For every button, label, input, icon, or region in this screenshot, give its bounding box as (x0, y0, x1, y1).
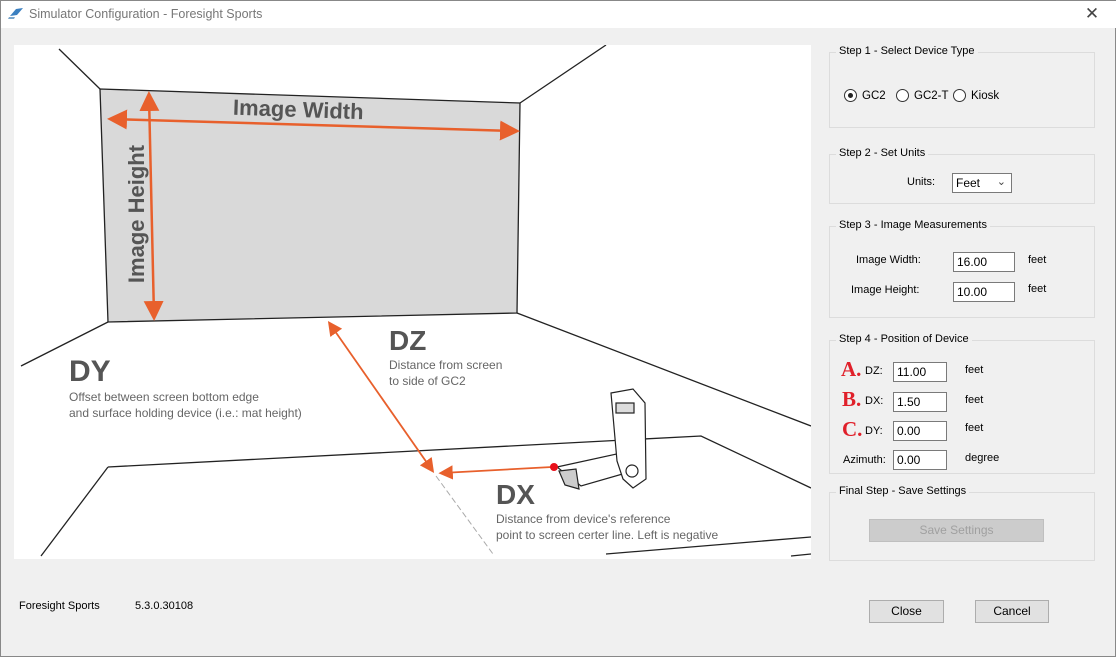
radio-label: Kiosk (971, 89, 1000, 102)
radio-kiosk[interactable]: Kiosk (953, 89, 999, 102)
dx-input[interactable]: 1.50 (893, 392, 947, 412)
units-label: Units: (907, 176, 936, 188)
version-label: 5.3.0.30108 (135, 600, 194, 612)
radio-gc2-t[interactable]: GC2-T (896, 89, 949, 102)
reference-point (550, 463, 558, 471)
dy-title: DY (69, 355, 111, 388)
gc2-device-icon (555, 388, 647, 490)
radio-icon[interactable] (896, 89, 909, 102)
unit-label: feet (965, 364, 984, 376)
degree-label: degree (965, 452, 1000, 464)
dy-desc-2: and surface holding device (i.e.: mat he… (69, 406, 302, 420)
step3-legend: Step 3 - Image Measurements (836, 219, 990, 231)
unit-label: feet (965, 394, 984, 406)
setup-diagram: Image Width Image Height DY Offset betwe… (14, 44, 812, 559)
title-bar: Simulator Configuration - Foresight Spor… (1, 1, 1116, 28)
letter-a: A. (841, 357, 862, 381)
dx-desc-1: Distance from device's reference (496, 512, 671, 526)
image-height-label: Image Height (124, 144, 149, 284)
app-logo-icon (8, 8, 23, 19)
step4-legend: Step 4 - Position of Device (836, 333, 972, 345)
azimuth-label: Azimuth: (843, 454, 886, 466)
close-button[interactable]: Close (869, 600, 944, 623)
unit-label: feet (965, 422, 984, 434)
dx-annotation: DX Distance from device's reference poin… (496, 479, 718, 543)
dz-input[interactable]: 11.00 (893, 362, 947, 382)
dx-title: DX (496, 479, 535, 510)
radio-label: GC2 (862, 89, 886, 102)
step1-group: Step 1 - Select Device Type GC2 GC2-T Ki… (829, 45, 1095, 128)
unit-label: feet (1028, 254, 1047, 266)
image-width-label: Image Width (232, 94, 365, 125)
dz-desc-1: Distance from screen (389, 358, 503, 372)
units-value: Feet (956, 176, 981, 190)
radio-icon[interactable] (953, 89, 966, 102)
company-label: Foresight Sports (19, 600, 100, 612)
dz-desc-2: to side of GC2 (389, 374, 466, 388)
save-settings-button[interactable]: Save Settings (869, 519, 1044, 542)
image-height-field-label: Image Height: (851, 284, 920, 296)
dx-desc-2: point to screen certer line. Left is neg… (496, 528, 719, 542)
units-dropdown[interactable]: Feet ⌄ (952, 173, 1012, 193)
step4-group: Step 4 - Position of Device A. DZ: 11.00… (829, 333, 1095, 474)
final-legend: Final Step - Save Settings (836, 485, 970, 497)
dy-label: DY: (865, 425, 883, 437)
cancel-button[interactable]: Cancel (975, 600, 1049, 623)
close-icon[interactable]: ✕ (1077, 4, 1107, 24)
dx-label: DX: (865, 395, 884, 407)
step2-legend: Step 2 - Set Units (836, 147, 929, 159)
azimuth-input[interactable]: 0.00 (893, 450, 947, 470)
letter-b: B. (842, 387, 862, 411)
radio-label: GC2-T (914, 89, 949, 102)
dz-annotation: DZ Distance from screen to side of GC2 (389, 325, 502, 389)
dy-annotation: DY Offset between screen bottom edge and… (69, 355, 302, 421)
dz-title: DZ (389, 325, 427, 356)
dz-label: DZ: (865, 365, 883, 377)
image-width-input[interactable]: 16.00 (953, 252, 1015, 272)
step2-group: Step 2 - Set Units Units: Feet ⌄ (829, 147, 1095, 204)
dy-input[interactable]: 0.00 (893, 421, 947, 441)
window-title: Simulator Configuration - Foresight Spor… (29, 7, 263, 21)
step3-group: Step 3 - Image Measurements Image Width:… (829, 219, 1095, 318)
step1-legend: Step 1 - Select Device Type (836, 45, 978, 57)
unit-label: feet (1028, 283, 1047, 295)
letter-c: C. (842, 417, 863, 441)
radio-selected-icon[interactable] (844, 89, 857, 102)
chevron-down-icon: ⌄ (996, 176, 1006, 188)
final-step-group: Final Step - Save Settings Save Settings (829, 485, 1095, 561)
image-width-field-label: Image Width: (856, 254, 921, 266)
radio-gc2[interactable]: GC2 (844, 89, 886, 102)
image-height-input[interactable]: 10.00 (953, 282, 1015, 302)
dy-desc-1: Offset between screen bottom edge (69, 390, 259, 404)
